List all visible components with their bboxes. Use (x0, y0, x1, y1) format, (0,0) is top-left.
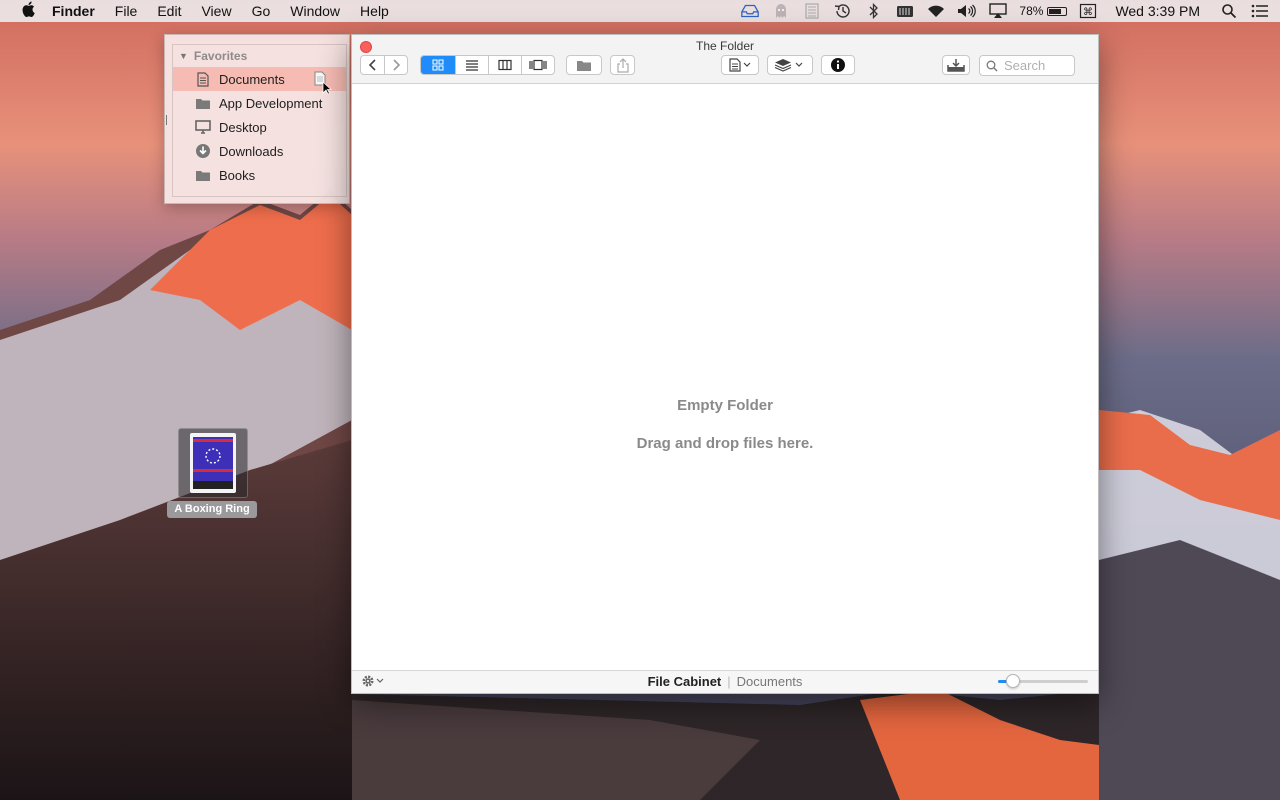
menu-help[interactable]: Help (360, 3, 389, 19)
cover-flow-icon (529, 59, 547, 71)
menu-bar: Finder File Edit View Go Window Help 78%… (0, 0, 1280, 22)
svg-text:⌘: ⌘ (1083, 7, 1093, 18)
back-button[interactable] (361, 56, 384, 74)
time-machine-icon[interactable] (833, 2, 853, 20)
layers-menu-button[interactable] (767, 55, 813, 75)
info-icon (831, 58, 845, 72)
menu-file[interactable]: File (115, 3, 138, 19)
bluetooth-icon[interactable] (864, 2, 884, 20)
path-current[interactable]: File Cabinet (648, 674, 722, 689)
sidebar-item-label: Books (219, 167, 256, 183)
wifi-icon[interactable] (926, 2, 946, 20)
download-button[interactable] (942, 55, 970, 75)
sidebar-item-desktop[interactable]: Desktop (173, 115, 346, 139)
menu-view[interactable]: View (201, 3, 231, 19)
sidebar-item-label: App Development (219, 95, 323, 111)
view-mode-control (420, 55, 555, 75)
path-separator: | (727, 674, 731, 689)
menu-go[interactable]: Go (252, 3, 271, 19)
grid-icon (432, 59, 444, 71)
list-view-button[interactable] (455, 56, 488, 74)
inbox-tray-icon[interactable] (740, 2, 760, 20)
icon-view-button[interactable] (421, 56, 455, 74)
sidebar-item-books[interactable]: Books (173, 163, 346, 187)
search-field[interactable]: Search (979, 55, 1075, 76)
menu-window[interactable]: Window (290, 3, 340, 19)
memory-icon[interactable] (895, 2, 915, 20)
disclosure-triangle-icon[interactable]: ▼ (179, 51, 188, 61)
document-stack-icon[interactable] (802, 2, 822, 20)
back-forward-control (360, 55, 408, 75)
battery-indicator[interactable]: 78% (1019, 4, 1068, 18)
desktop-file-a-boxing-ring[interactable]: A Boxing Ring (166, 428, 258, 520)
window-toolbar: The Folder Search (352, 35, 1098, 84)
tray-download-icon (947, 59, 965, 72)
chevron-right-icon (393, 59, 401, 71)
search-placeholder: Search (1004, 58, 1046, 73)
sidebar-item-app-development[interactable]: App Development (173, 91, 346, 115)
finder-window: The Folder Search Empty Folder Drag and … (351, 34, 1099, 694)
window-title: The Folder (695, 39, 755, 53)
sidebar-item-label: Desktop (219, 119, 267, 135)
spotlight-icon[interactable] (1219, 2, 1239, 20)
boxing-ring-thumbnail-icon (190, 433, 236, 493)
column-view-button[interactable] (488, 56, 521, 74)
favorites-section-header[interactable]: ▼ Favorites (173, 45, 346, 67)
path-bar: File Cabinet | Documents (352, 674, 1098, 689)
battery-percent: 78% (1019, 4, 1044, 18)
forward-button[interactable] (384, 56, 407, 74)
path-parent[interactable]: Documents (737, 674, 803, 689)
menu-clock[interactable]: Wed 3:39 PM (1115, 3, 1200, 19)
layers-dropdown-icon (774, 59, 803, 72)
folder-content-area[interactable]: Empty Folder Drag and drop files here. (352, 83, 1098, 671)
favorites-sidebar: ▼ Favorites Documents App Development De… (164, 34, 350, 204)
notification-center-icon[interactable] (1250, 2, 1270, 20)
ghost-icon[interactable] (771, 2, 791, 20)
list-icon (466, 60, 478, 71)
folder-icon (577, 60, 591, 71)
share-button[interactable] (610, 55, 635, 75)
chevron-left-icon (368, 59, 376, 71)
document-dropdown-icon (729, 58, 751, 72)
get-info-button[interactable] (821, 55, 855, 75)
battery-level-fill (1049, 8, 1062, 14)
desktop-icon (195, 120, 211, 134)
volume-icon[interactable] (957, 2, 977, 20)
keyboard-command-icon[interactable]: ⌘ (1078, 2, 1098, 20)
menu-edit[interactable]: Edit (157, 3, 181, 19)
zoom-slider[interactable] (998, 674, 1088, 688)
menu-finder[interactable]: Finder (52, 3, 95, 19)
folder-icon (195, 168, 211, 182)
favorites-section-title: Favorites (193, 49, 248, 63)
arrange-menu-button[interactable] (721, 55, 759, 75)
empty-folder-title: Empty Folder (677, 397, 773, 414)
columns-icon (498, 59, 512, 71)
sidebar-item-label: Downloads (219, 143, 284, 159)
battery-icon (1047, 6, 1068, 16)
sidebar-resize-handle[interactable] (166, 115, 167, 125)
search-icon (986, 60, 998, 71)
file-thumbnail[interactable] (178, 428, 248, 498)
document-icon (195, 71, 211, 87)
downloads-icon (195, 144, 211, 158)
empty-folder-hint: Drag and drop files here. (636, 435, 814, 452)
desktop-file-label[interactable]: A Boxing Ring (167, 501, 257, 518)
new-folder-button[interactable] (566, 55, 602, 75)
sidebar-item-label: Documents (219, 71, 285, 87)
sidebar-item-documents[interactable]: Documents (173, 67, 346, 95)
sidebar-item-downloads[interactable]: Downloads (173, 139, 346, 163)
apple-menu-icon[interactable] (18, 1, 38, 21)
cover-flow-button[interactable] (521, 56, 554, 74)
folder-icon (195, 96, 211, 110)
airplay-icon[interactable] (988, 2, 1008, 20)
status-bar: File Cabinet | Documents (352, 670, 1098, 693)
share-icon (616, 57, 629, 73)
